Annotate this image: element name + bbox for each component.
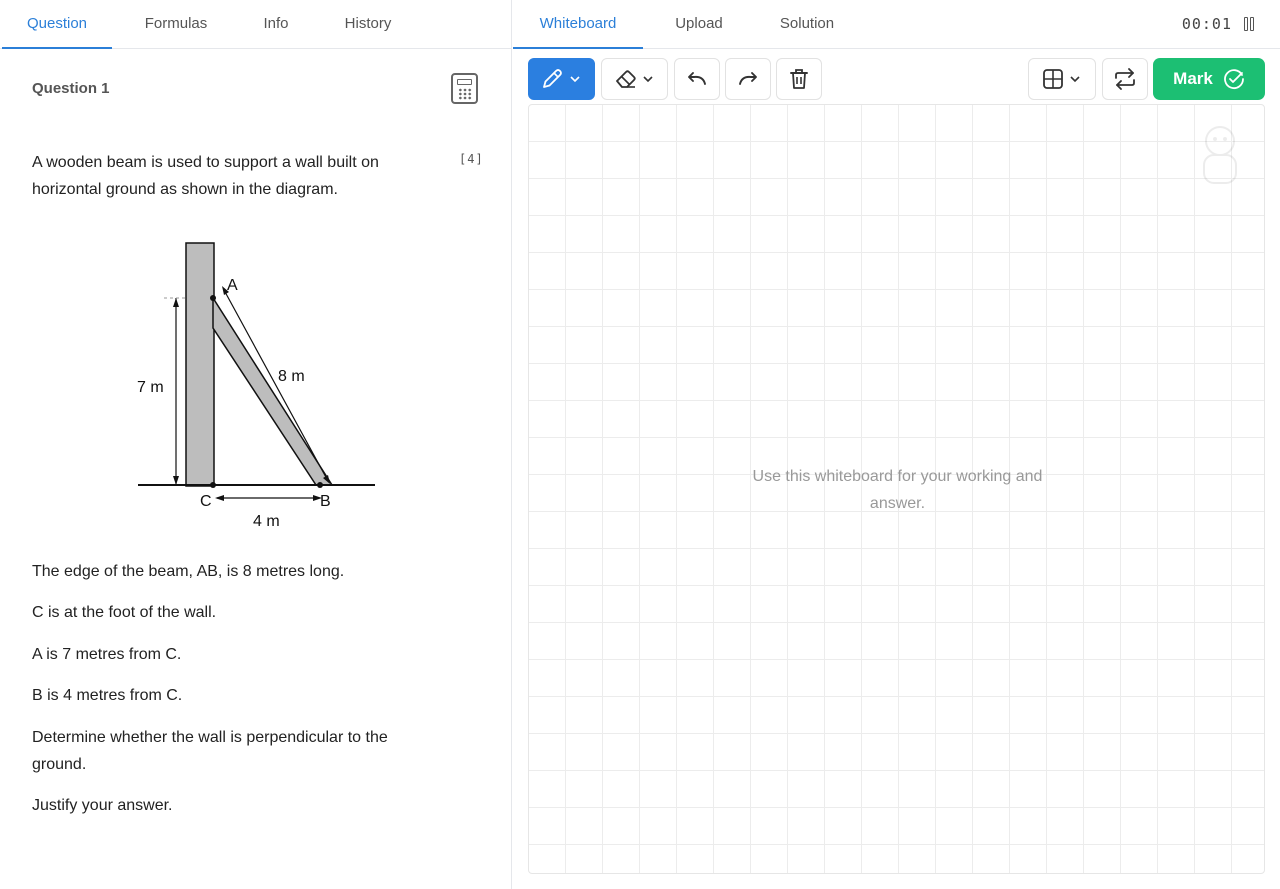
whiteboard-canvas[interactable]: Use this whiteboard for your working and… <box>528 104 1265 874</box>
eraser-icon <box>615 70 653 88</box>
grid-icon <box>1043 69 1080 89</box>
timer: 00:01 <box>1181 15 1232 33</box>
question-intro-2: horizontal ground as shown in the diagra… <box>32 181 338 198</box>
mascot-watermark-icon <box>1203 126 1237 184</box>
undo-icon <box>688 72 706 85</box>
statement-a: A is 7 metres from C. <box>32 646 182 663</box>
tab-question[interactable]: Question <box>2 0 112 49</box>
label-a: A <box>227 277 238 294</box>
tab-info[interactable]: Info <box>240 0 312 49</box>
tab-formulas[interactable]: Formulas <box>124 0 228 49</box>
beam <box>212 295 334 486</box>
swap-icon <box>1115 68 1135 90</box>
beam-diagram: A C B 8 m 7 m 4 m <box>137 242 375 530</box>
workspace-panel: Whiteboard Upload Solution 00:01 Mark Us… <box>513 0 1280 889</box>
statement-ab: The edge of the beam, AB, is 8 metres lo… <box>32 563 345 580</box>
eraser-tool-button[interactable] <box>601 58 668 100</box>
label-ab-length: 8 m <box>278 368 305 385</box>
chevron-down-icon <box>569 76 580 83</box>
whiteboard-hint-line-1: Use this whiteboard for your working and <box>752 468 1043 485</box>
pause-icon <box>1244 17 1248 31</box>
redo-button[interactable] <box>725 58 771 100</box>
tab-upload[interactable]: Upload <box>657 0 741 49</box>
undo-button[interactable] <box>674 58 720 100</box>
tab-whiteboard[interactable]: Whiteboard <box>513 0 643 49</box>
statement-b: B is 4 metres from C. <box>32 687 183 704</box>
ab-dimension-line <box>223 289 329 482</box>
task-line-1: Determine whether the wall is perpendicu… <box>32 729 388 746</box>
calculator-icon <box>457 79 472 85</box>
label-cb-length: 4 m <box>253 513 280 530</box>
label-b: B <box>320 493 331 510</box>
point-b <box>317 482 323 488</box>
chevron-down-icon <box>1070 76 1080 83</box>
point-c <box>210 482 216 488</box>
redo-icon <box>739 72 757 85</box>
question-panel: Question Formulas Info History Question … <box>0 0 512 889</box>
whiteboard-hint-line-2: answer. <box>869 495 926 512</box>
point-a <box>210 295 216 301</box>
justify-text: Justify your answer. <box>32 797 173 814</box>
label-ac-length: 7 m <box>137 379 164 396</box>
marks-badge: [4] <box>459 152 484 166</box>
label-c: C <box>200 493 212 510</box>
wall <box>185 242 215 487</box>
statement-c: C is at the foot of the wall. <box>32 604 217 621</box>
right-tab-bar: Whiteboard Upload Solution 00:01 <box>513 0 1280 49</box>
tab-history[interactable]: History <box>324 0 412 49</box>
clear-button[interactable] <box>776 58 822 100</box>
chevron-down-icon <box>642 76 653 83</box>
swap-button[interactable] <box>1102 58 1148 100</box>
tab-solution[interactable]: Solution <box>761 0 853 49</box>
check-circle-icon <box>1223 69 1244 89</box>
question-intro-1: A wooden beam is used to support a wall … <box>32 154 379 171</box>
mark-button-label: Mark <box>1173 69 1213 88</box>
left-tab-bar: Question Formulas Info History <box>0 0 512 49</box>
grid-toggle-button[interactable] <box>1028 58 1096 100</box>
question-title: Question 1 <box>32 80 110 97</box>
mark-button[interactable]: Mark <box>1153 58 1265 100</box>
whiteboard-hint: Use this whiteboard for your working and… <box>729 463 1066 517</box>
calculator-button[interactable] <box>451 73 478 104</box>
trash-icon <box>790 69 808 89</box>
pause-button[interactable] <box>1244 17 1256 32</box>
task-line-2: ground. <box>32 756 87 773</box>
pen-tool-button[interactable] <box>528 58 595 100</box>
pencil-icon <box>542 69 580 88</box>
